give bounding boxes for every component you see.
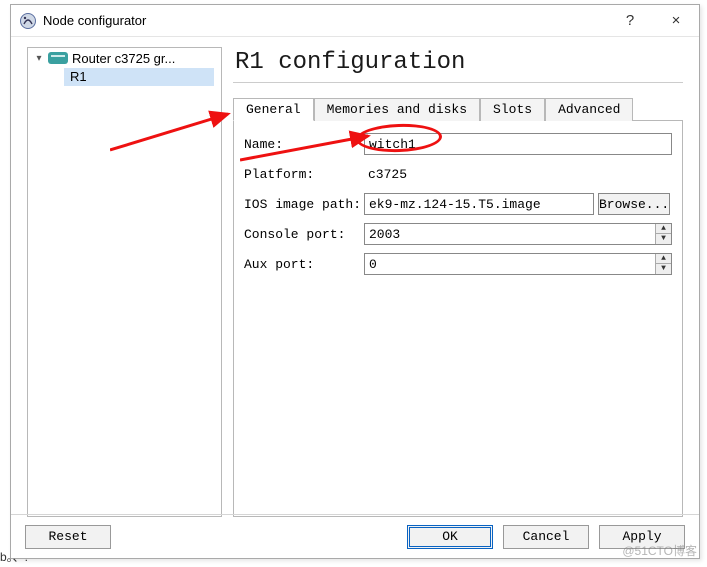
aux-port-spinner[interactable]: 0 ▲ ▼ [364,253,672,275]
watermark-text: @51CTO博客 [622,542,697,559]
section-header: R1 configuration [233,47,683,83]
tab-strip: General Memories and disks Slots Advance… [233,97,683,121]
aux-label: Aux port: [244,257,364,272]
aux-port-value: 0 [365,257,655,272]
tree-item-r1[interactable]: R1 [64,68,214,86]
node-configurator-dialog: Node configurator ? × ▾ Router c3725 gr.… [10,4,700,559]
platform-value: c3725 [364,167,672,182]
name-label: Name: [244,137,364,152]
app-icon [19,12,37,30]
caret-down-icon[interactable]: ▾ [32,53,46,64]
console-label: Console port: [244,227,364,242]
cancel-button[interactable]: Cancel [503,525,589,549]
tab-general[interactable]: General [233,98,314,121]
tree-group-label: Router c3725 gr... [72,51,221,66]
console-port-value: 2003 [365,227,655,242]
ok-button[interactable]: OK [407,525,493,549]
reset-button[interactable]: Reset [25,525,111,549]
spin-up-icon[interactable]: ▲ [656,254,671,264]
general-form: Name: Platform: c3725 IOS image path: Br… [233,121,683,517]
name-input[interactable] [364,133,672,155]
tree-group-row[interactable]: ▾ Router c3725 gr... [28,48,221,68]
browse-button[interactable]: Browse... [598,193,670,215]
close-button[interactable]: × [653,5,699,37]
console-port-spinner[interactable]: 2003 ▲ ▼ [364,223,672,245]
help-button[interactable]: ? [607,5,653,37]
dialog-body: ▾ Router c3725 gr... R1 R1 configuration… [27,47,683,510]
dialog-button-bar: Reset OK Cancel Apply [11,514,699,558]
ios-path-input[interactable] [364,193,594,215]
ios-label: IOS image path: [244,197,364,212]
spin-up-icon[interactable]: ▲ [656,224,671,234]
tab-memories[interactable]: Memories and disks [314,98,480,121]
platform-label: Platform: [244,167,364,182]
router-icon [48,52,68,64]
tab-slots[interactable]: Slots [480,98,545,121]
window-title: Node configurator [43,13,146,28]
node-tree[interactable]: ▾ Router c3725 gr... R1 [27,47,222,517]
config-panel: R1 configuration General Memories and di… [233,47,683,517]
tab-advanced[interactable]: Advanced [545,98,633,121]
edge-fragment: b。、. [0,548,28,565]
spin-down-icon[interactable]: ▼ [656,234,671,244]
spin-down-icon[interactable]: ▼ [656,264,671,274]
titlebar[interactable]: Node configurator ? × [11,5,699,37]
